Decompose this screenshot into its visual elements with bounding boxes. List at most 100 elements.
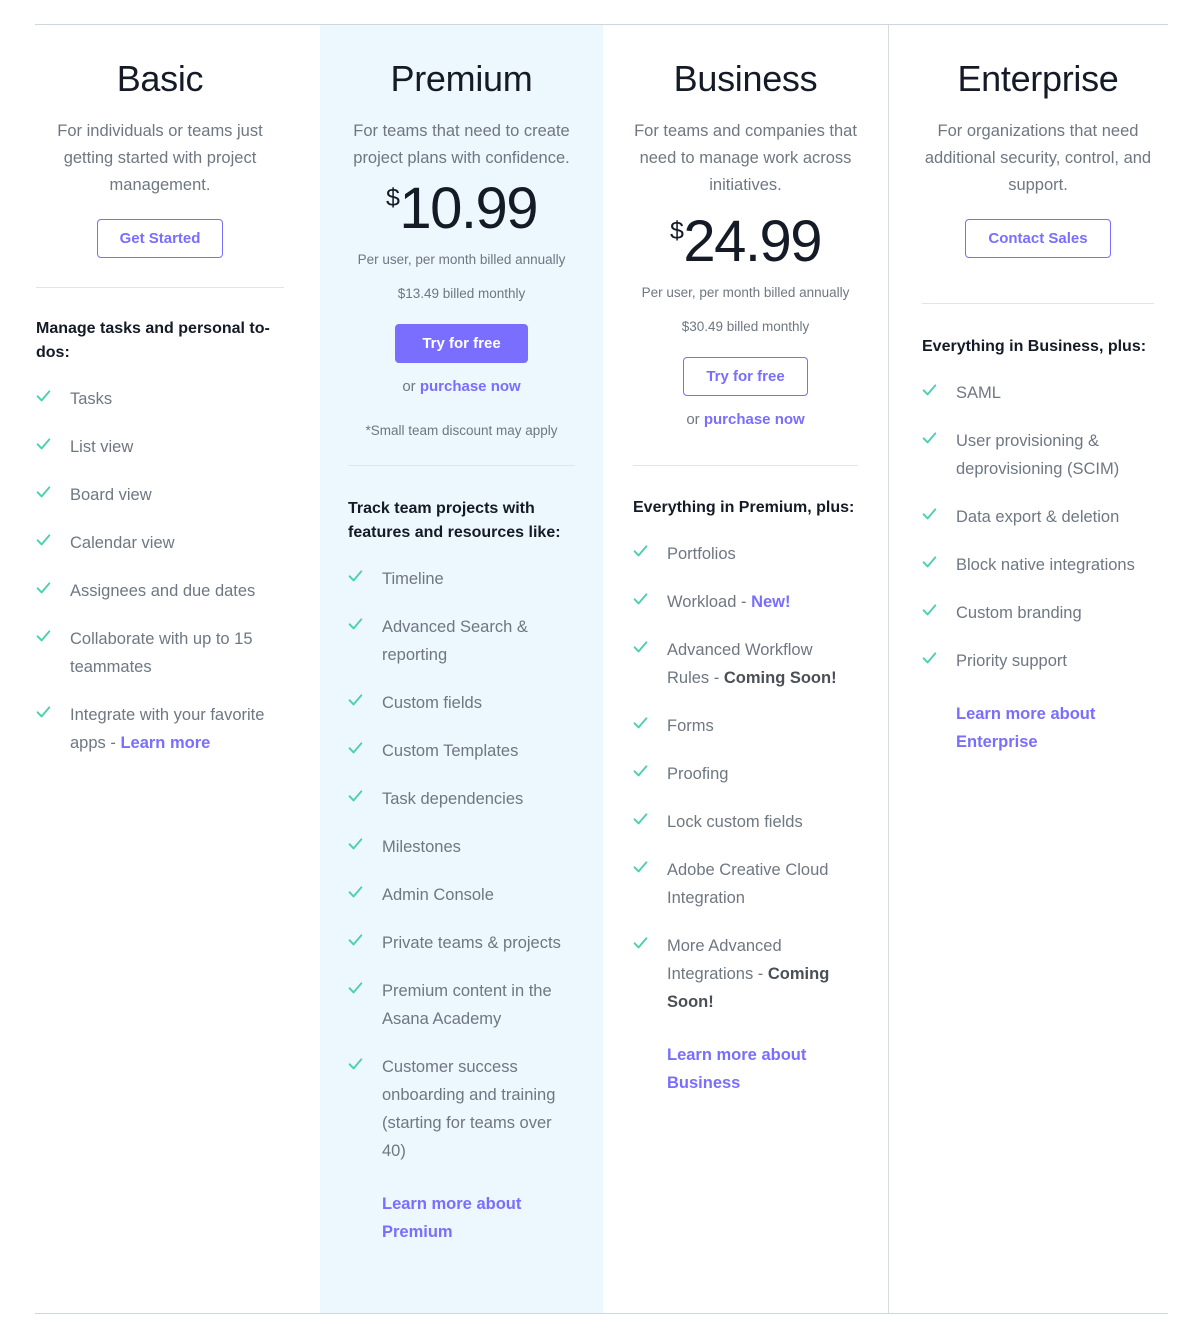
feature-label-text: Custom Templates bbox=[382, 742, 519, 761]
feature-item: Custom branding bbox=[922, 599, 1154, 627]
price-amount-premium: 10.99 bbox=[399, 176, 538, 242]
price-note-premium: Per user, per month billed annually bbox=[357, 252, 566, 268]
feature-label-text: Adobe Creative Cloud Integration bbox=[667, 861, 829, 908]
feature-label: SAML bbox=[956, 379, 1001, 407]
feature-label-text: Workload - bbox=[667, 593, 752, 612]
feature-label: More Advanced Integrations - Coming Soon… bbox=[667, 932, 858, 1016]
feature-label: Milestones bbox=[382, 833, 461, 861]
plan-description-premium: For teams that need to create project pl… bbox=[353, 122, 570, 168]
feature-label: Private teams & projects bbox=[382, 929, 561, 957]
feature-label-text: Task dependencies bbox=[382, 790, 524, 809]
check-icon bbox=[633, 544, 648, 559]
get-started-button[interactable]: Get Started bbox=[96, 219, 224, 259]
check-icon bbox=[348, 1057, 363, 1072]
feature-item: Custom Templates bbox=[348, 737, 575, 765]
feature-label-text: SAML bbox=[956, 384, 1001, 403]
feature-label-text: User provisioning & deprovisioning (SCIM… bbox=[956, 432, 1120, 479]
feature-list-basic: Tasks List view Board view Calendar view Ass… bbox=[36, 385, 284, 757]
cta-wrap-basic: Get Started bbox=[36, 219, 284, 259]
feature-label-text: Premium content in the Asana Academy bbox=[382, 982, 552, 1029]
purchase-now-link-business[interactable]: purchase now bbox=[704, 411, 805, 428]
feature-label: Task dependencies bbox=[382, 785, 523, 813]
check-icon bbox=[348, 569, 363, 584]
feature-list-premium: Timeline Advanced Search & reporting Custo… bbox=[348, 565, 575, 1165]
plan-header-premium: Premium For teams that need to create pr… bbox=[348, 25, 575, 438]
feature-label: Portfolios bbox=[667, 540, 736, 568]
feature-label-text: Block native integrations bbox=[956, 556, 1135, 575]
feature-item: Milestones bbox=[348, 833, 575, 861]
feature-label: Calendar view bbox=[70, 529, 175, 557]
price-note-business: Per user, per month billed annually bbox=[641, 285, 850, 301]
plan-price-business: $24.99 bbox=[633, 213, 858, 271]
try-for-free-button-business[interactable]: Try for free bbox=[683, 357, 808, 397]
feature-label: Custom branding bbox=[956, 599, 1082, 627]
feature-label: User provisioning & deprovisioning (SCIM… bbox=[956, 427, 1154, 483]
feature-item: Adobe Creative Cloud Integration bbox=[633, 856, 858, 912]
feature-item: Collaborate with up to 15 teammates bbox=[36, 625, 284, 681]
feature-label: Custom Templates bbox=[382, 737, 518, 765]
check-icon bbox=[922, 651, 937, 666]
check-icon bbox=[633, 640, 648, 655]
feature-label: Lock custom fields bbox=[667, 808, 803, 836]
cta-wrap-premium: Try for free bbox=[348, 324, 575, 364]
feature-label-text: Data export & deletion bbox=[956, 508, 1120, 527]
check-icon bbox=[36, 437, 51, 452]
feature-item: Custom fields bbox=[348, 689, 575, 717]
features-enterprise: Everything in Business, plus: SAML User p… bbox=[922, 304, 1154, 756]
feature-item: Advanced Search & reporting bbox=[348, 613, 575, 669]
learn-more-wrap-premium: Learn more about Premium bbox=[348, 1190, 575, 1246]
feature-item: Assignees and due dates bbox=[36, 577, 284, 605]
learn-more-premium-link[interactable]: Learn more about Premium bbox=[382, 1190, 575, 1246]
feature-item: Premium content in the Asana Academy bbox=[348, 977, 575, 1033]
purchase-now-link-premium[interactable]: purchase now bbox=[420, 378, 521, 395]
feature-item: Private teams & projects bbox=[348, 929, 575, 957]
feature-label-text: Collaborate with up to 15 teammates bbox=[70, 630, 253, 677]
contact-sales-button[interactable]: Contact Sales bbox=[965, 219, 1111, 259]
check-icon bbox=[348, 789, 363, 804]
plan-description-basic: For individuals or teams just getting st… bbox=[57, 122, 263, 195]
plan-title-business: Business bbox=[673, 58, 818, 99]
feature-item: Customer success onboarding and training… bbox=[348, 1053, 575, 1165]
check-icon bbox=[922, 507, 937, 522]
features-premium: Track team projects with features and re… bbox=[348, 466, 575, 1246]
feature-inline-link[interactable]: New! bbox=[751, 593, 790, 611]
feature-item: More Advanced Integrations - Coming Soon… bbox=[633, 932, 858, 1016]
feature-item: Portfolios bbox=[633, 540, 858, 568]
feature-label-text: Board view bbox=[70, 486, 152, 505]
feature-item: Workload - New! bbox=[633, 588, 858, 616]
feature-item: Timeline bbox=[348, 565, 575, 593]
pricing-table: Basic For individuals or teams just gett… bbox=[0, 0, 1190, 1336]
learn-more-business-link[interactable]: Learn more about Business bbox=[667, 1041, 858, 1097]
feature-label: Customer success onboarding and training… bbox=[382, 1053, 575, 1165]
check-icon bbox=[633, 812, 648, 827]
learn-more-enterprise-link[interactable]: Learn more about Enterprise bbox=[956, 700, 1154, 756]
feature-label: Priority support bbox=[956, 647, 1067, 675]
features-business: Everything in Premium, plus: Portfolios W… bbox=[633, 466, 858, 1097]
check-icon bbox=[348, 981, 363, 996]
feature-label: Custom fields bbox=[382, 689, 482, 717]
feature-label: Admin Console bbox=[382, 881, 494, 909]
feature-label: Timeline bbox=[382, 565, 444, 593]
check-icon bbox=[348, 933, 363, 948]
plan-header-basic: Basic For individuals or teams just gett… bbox=[36, 25, 284, 259]
feature-label: Data export & deletion bbox=[956, 503, 1119, 531]
feature-item: Priority support bbox=[922, 647, 1154, 675]
feature-inline-link[interactable]: Learn more bbox=[120, 734, 210, 752]
plan-column-enterprise: Enterprise For organizations that need a… bbox=[888, 25, 1190, 1313]
feature-label-text: Tasks bbox=[70, 390, 113, 409]
feature-item: Board view bbox=[36, 481, 284, 509]
features-title-basic: Manage tasks and personal to-dos: bbox=[36, 320, 270, 362]
feature-label-text: Customer success onboarding and training… bbox=[382, 1058, 556, 1161]
feature-list-enterprise: SAML User provisioning & deprovisioning (… bbox=[922, 379, 1154, 675]
currency-symbol-business: $ bbox=[669, 217, 684, 246]
feature-item: User provisioning & deprovisioning (SCIM… bbox=[922, 427, 1154, 483]
plan-column-premium: Premium For teams that need to create pr… bbox=[320, 25, 603, 1313]
check-icon bbox=[922, 383, 937, 398]
price-monthly-premium: $13.49 billed monthly bbox=[397, 286, 526, 302]
feature-item: Lock custom fields bbox=[633, 808, 858, 836]
feature-label: Integrate with your favorite apps - Lear… bbox=[70, 701, 284, 757]
feature-label: Advanced Search & reporting bbox=[382, 613, 575, 669]
try-for-free-button-premium[interactable]: Try for free bbox=[395, 324, 528, 364]
learn-more-wrap-business: Learn more about Business bbox=[633, 1041, 858, 1097]
feature-label-text: Priority support bbox=[956, 652, 1067, 671]
